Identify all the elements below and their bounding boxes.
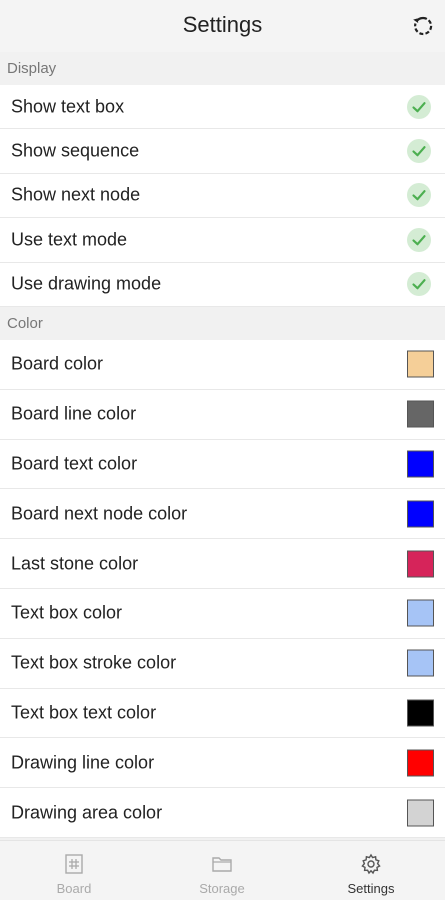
color-option-label: Text box stroke color <box>11 652 177 673</box>
color-option-row[interactable]: Text box text color <box>0 688 445 739</box>
color-swatch[interactable] <box>407 450 434 478</box>
color-option-row[interactable]: Board line color <box>0 389 445 440</box>
nav-label-board: Board <box>56 881 92 896</box>
checkmark-icon[interactable] <box>407 183 431 208</box>
color-option-row[interactable]: Last stone color <box>0 539 445 589</box>
display-option-label: Show text box <box>11 96 125 117</box>
color-option-label: Board text color <box>11 453 138 474</box>
color-swatch[interactable] <box>407 749 434 777</box>
color-swatch[interactable] <box>407 350 434 378</box>
color-option-row[interactable]: Board color <box>0 340 445 390</box>
color-option-row[interactable]: Board text color <box>0 439 445 490</box>
gear-icon <box>361 853 381 875</box>
nav-item-settings[interactable]: Settings <box>297 841 445 900</box>
color-option-label: Text box color <box>11 602 123 623</box>
folder-icon <box>212 857 232 872</box>
color-option-label: Board line color <box>11 403 137 424</box>
display-option-row[interactable]: Show next node <box>0 173 445 219</box>
header-bar: Settings <box>0 0 445 52</box>
section-header-display: Display <box>0 52 445 85</box>
color-option-row[interactable]: Text box color <box>0 589 445 639</box>
display-option-label: Use drawing mode <box>11 273 162 294</box>
nav-label-settings: Settings <box>347 881 395 896</box>
nav-item-board[interactable]: Board <box>0 841 148 900</box>
color-swatch[interactable] <box>407 400 434 428</box>
color-swatch[interactable] <box>407 599 434 627</box>
checkmark-icon[interactable] <box>407 272 431 297</box>
reset-button[interactable] <box>409 12 437 40</box>
color-swatch[interactable] <box>407 799 434 827</box>
display-option-row[interactable]: Show text box <box>0 85 445 130</box>
section-header-color: Color <box>0 307 445 340</box>
settings-screen: Settings Display Show text box Show seque… <box>0 0 445 900</box>
grid-icon <box>65 854 83 874</box>
color-option-row[interactable]: Drawing line color <box>0 738 445 789</box>
display-option-row[interactable]: Show sequence <box>0 129 445 174</box>
color-swatch[interactable] <box>407 500 434 528</box>
checkmark-icon[interactable] <box>407 139 431 164</box>
page-title: Settings <box>182 12 263 37</box>
display-option-row[interactable]: Use text mode <box>0 218 445 263</box>
color-option-label: Board next node color <box>11 503 188 524</box>
refresh-icon <box>413 16 433 36</box>
color-option-row[interactable]: Text box stroke color <box>0 638 445 689</box>
display-option-label: Use text mode <box>11 229 128 250</box>
checkmark-icon[interactable] <box>407 227 431 252</box>
checkmark-icon[interactable] <box>407 94 431 119</box>
color-option-row[interactable]: Board next node color <box>0 489 445 540</box>
display-option-label: Show sequence <box>11 140 140 161</box>
color-option-label: Drawing line color <box>11 752 155 773</box>
color-option-label: Last stone color <box>11 553 139 574</box>
color-swatch[interactable] <box>407 550 434 578</box>
color-option-row[interactable]: Drawing area color <box>0 788 445 838</box>
color-swatch[interactable] <box>407 649 434 677</box>
bottom-navigation: Board Storage Settings <box>0 840 445 900</box>
display-option-row[interactable]: Use drawing mode <box>0 262 445 307</box>
color-option-label: Drawing area color <box>11 802 163 823</box>
color-swatch[interactable] <box>407 699 434 727</box>
color-option-label: Text box text color <box>11 702 157 723</box>
display-option-label: Show next node <box>11 184 141 205</box>
color-option-label: Board color <box>11 353 104 374</box>
nav-item-storage[interactable]: Storage <box>148 841 296 900</box>
nav-label-storage: Storage <box>199 881 245 896</box>
